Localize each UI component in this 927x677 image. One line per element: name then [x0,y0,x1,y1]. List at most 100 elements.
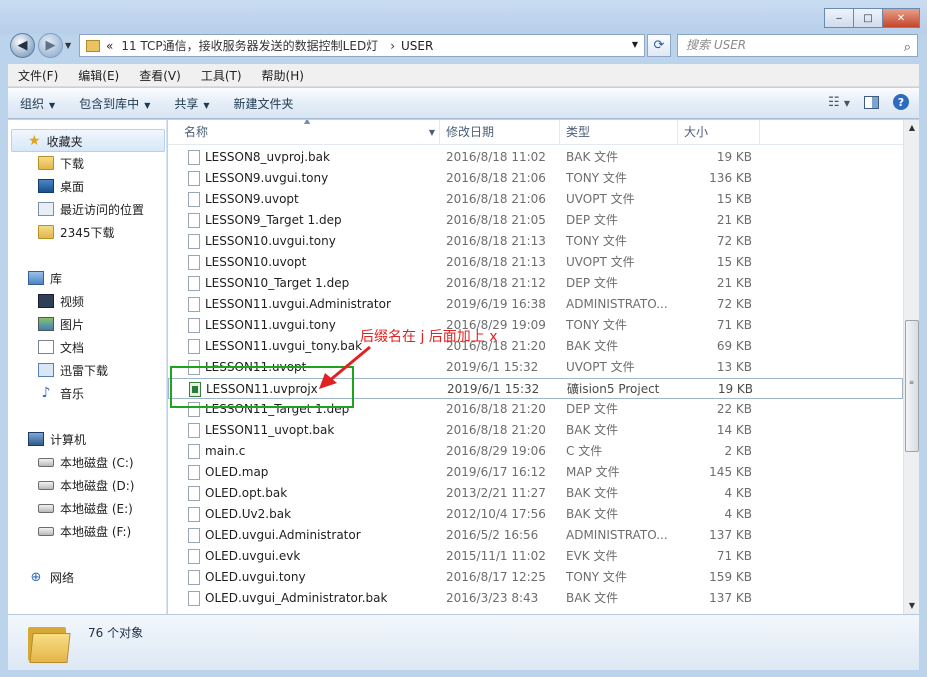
nav-item-downloads[interactable]: 下载 [38,152,84,174]
address-segment-parent[interactable]: 11 TCP通信，接收服务器发送的数据控制LED灯 [121,37,378,54]
file-icon [188,444,200,459]
nav-computer[interactable]: 计算机 [28,428,86,450]
file-type: TONY 文件 [566,318,627,332]
file-size: 19 KB [717,382,753,396]
table-row[interactable]: OLED.opt.bak 2013/2/21 11:27 BAK 文件 4 KB [168,483,903,504]
new-folder-button[interactable]: 新建文件夹 [222,95,306,112]
file-date: 2019/6/1 15:32 [447,382,540,396]
table-row[interactable]: OLED.uvgui.tony 2016/8/17 12:25 TONY 文件 159… [168,567,903,588]
file-icon [188,465,200,480]
file-name: LESSON10.uvgui.tony [205,234,336,248]
minimize-button[interactable]: ‒ [824,8,854,28]
column-header-size[interactable]: 大小 [678,120,760,145]
address-dropdown-icon[interactable]: ▼ [632,40,638,49]
address-separator[interactable]: › [390,39,395,53]
table-row[interactable]: LESSON9.uvgui.tony 2016/8/18 21:06 TONY 文件… [168,168,903,189]
nav-item-drive-c[interactable]: 本地磁盘 (C:) [38,451,134,473]
nav-item-desktop[interactable]: 桌面 [38,175,84,197]
table-row[interactable]: LESSON8_uvproj.bak 2016/8/18 11:02 BAK 文件 1… [168,147,903,168]
file-name: LESSON11.uvprojx [206,382,318,396]
table-row[interactable]: OLED.uvgui_Administrator.bak 2016/3/23 8:… [168,588,903,609]
table-row[interactable]: OLED.Uv2.bak 2012/10/4 17:56 BAK 文件 4 KB [168,504,903,525]
nav-item-label: 桌面 [60,179,85,194]
column-header-date[interactable]: 修改日期 [440,120,560,145]
file-list: ▲ 名称 ▼ 修改日期 类型 大小 LESSON8_uvproj.bak 2016/… [168,120,903,614]
nav-item-drive-e[interactable]: 本地磁盘 (E:) [38,497,133,519]
title-bar: ‒ □ ✕ [0,0,927,34]
menu-view[interactable]: 查看(V) [129,67,191,84]
table-row[interactable]: LESSON11.uvgui.tony 2016/8/29 19:09 TONY 文… [168,315,903,336]
help-icon[interactable]: ? [893,94,909,110]
menu-edit[interactable]: 编辑(E) [68,67,129,84]
menu-tools[interactable]: 工具(T) [191,67,252,84]
table-row[interactable]: OLED.uvgui.Administrator 2016/5/2 16:56 AD… [168,525,903,546]
file-date: 2016/8/18 21:06 [446,171,546,185]
nav-libraries[interactable]: 库 [28,267,62,289]
column-name-label: 名称 [184,125,209,139]
table-row[interactable]: LESSON10.uvgui.tony 2016/8/18 21:13 TONY 文… [168,231,903,252]
table-row[interactable]: LESSON10_Target 1.dep 2016/8/18 21:12 DEP … [168,273,903,294]
table-row[interactable]: LESSON11.uvopt 2019/6/1 15:32 UVOPT 文件 13 K… [168,357,903,378]
table-row-selected[interactable]: LESSON11.uvprojx 2019/6/1 15:32 礦ision5 Pr… [168,378,903,399]
nav-item-drive-f[interactable]: 本地磁盘 (F:) [38,520,131,542]
file-icon [188,255,200,270]
address-bar[interactable]: « 11 TCP通信，接收服务器发送的数据控制LED灯 › USER ▼ [79,34,645,57]
search-input[interactable]: 搜索 USER ⌕ [677,34,918,57]
nav-item-label: 图片 [60,317,85,332]
nav-item-pictures[interactable]: 图片 [38,313,84,335]
nav-favorites[interactable]: ★ 收藏夹 [28,130,83,152]
search-icon[interactable]: ⌕ [904,37,911,58]
nav-item-recent-places[interactable]: 最近访问的位置 [38,198,144,220]
address-segment-current[interactable]: USER [401,39,433,53]
table-row[interactable]: LESSON11.uvgui_tony.bak 2016/8/18 21:20 BA… [168,336,903,357]
table-row[interactable]: LESSON11_Target 1.dep 2016/8/18 21:20 DEP … [168,399,903,420]
table-row[interactable]: LESSON9_Target 1.dep 2016/8/18 21:05 DEP 文… [168,210,903,231]
forward-button[interactable]: ▶ [38,33,63,58]
maximize-button[interactable]: □ [853,8,883,28]
nav-item-xunlei-downloads[interactable]: 迅雷下载 [38,359,108,381]
nav-item-music[interactable]: ♪ 音乐 [38,382,84,404]
column-header-type[interactable]: 类型 [560,120,678,145]
close-button[interactable]: ✕ [882,8,920,28]
table-row[interactable]: OLED.map 2019/6/17 16:12 MAP 文件 145 KB [168,462,903,483]
share-button[interactable]: 共享 ▼ [162,95,221,112]
file-size: 136 KB [709,171,752,185]
star-icon: ★ [28,133,41,149]
table-row[interactable]: main.c 2016/8/29 19:06 C 文件 2 KB [168,441,903,462]
address-overflow-chevron[interactable]: « [106,39,113,53]
menu-file[interactable]: 文件(F) [8,67,68,84]
nav-item-drive-d[interactable]: 本地磁盘 (D:) [38,474,134,496]
window-controls: ‒ □ ✕ [824,8,920,28]
nav-item-2345-downloads[interactable]: 2345下载 [38,221,115,243]
table-row[interactable]: LESSON9.uvopt 2016/8/18 21:06 UVOPT 文件 15 K… [168,189,903,210]
music-icon: ♪ [41,385,51,401]
include-in-library-button[interactable]: 包含到库中 ▼ [67,95,162,112]
scroll-down-icon[interactable]: ▼ [904,598,920,614]
file-icon [188,549,200,564]
column-header-name[interactable]: 名称 ▼ [178,120,440,145]
menu-help[interactable]: 帮助(H) [252,67,314,84]
table-row[interactable]: LESSON11_uvopt.bak 2016/8/18 21:20 BAK 文件 1… [168,420,903,441]
scrollbar-thumb[interactable]: ≡ [905,320,919,452]
nav-item-videos[interactable]: 视频 [38,290,84,312]
item-count: 76 个对象 [88,626,144,640]
file-size: 15 KB [716,192,752,206]
organize-button[interactable]: 组织 ▼ [8,95,67,112]
table-row[interactable]: LESSON11.uvgui.Administrator 2019/6/19 16… [168,294,903,315]
nav-network[interactable]: ⊕ 网络 [28,566,74,588]
file-size: 69 KB [716,339,752,353]
preview-pane-icon[interactable] [864,95,879,109]
change-view-icon[interactable]: ☷ ▼ [828,95,850,110]
file-name: OLED.Uv2.bak [205,507,292,521]
table-row[interactable]: LESSON10.uvopt 2016/8/18 21:13 UVOPT 文件 15 … [168,252,903,273]
scroll-up-icon[interactable]: ▲ [904,120,920,136]
file-date: 2019/6/17 16:12 [446,465,546,479]
recent-pages-dropdown[interactable]: ▼ [65,41,71,50]
nav-item-documents[interactable]: 文档 [38,336,84,358]
column-filter-dropdown-icon[interactable]: ▼ [429,120,435,145]
refresh-button[interactable]: ⟳ [647,34,671,57]
vertical-scrollbar[interactable]: ▲ ≡ ▼ [903,120,919,614]
file-type: TONY 文件 [566,171,627,185]
back-button[interactable]: ◀ [10,33,35,58]
table-row[interactable]: OLED.uvgui.evk 2015/11/1 11:02 EVK 文件 71 KB [168,546,903,567]
